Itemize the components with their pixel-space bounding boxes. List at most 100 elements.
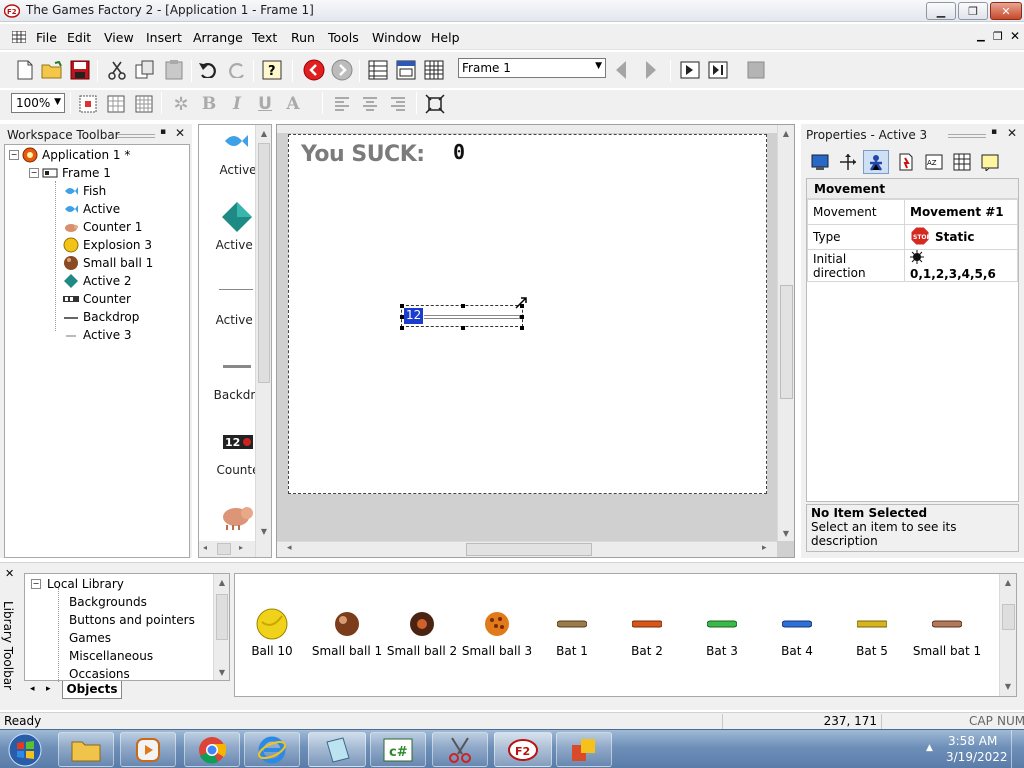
frame-canvas[interactable]: You SUCK: 0 12 (288, 134, 767, 494)
scroll-thumb[interactable] (466, 543, 592, 556)
selected-active-object[interactable]: 12 (400, 297, 527, 330)
open-folder-icon[interactable] (41, 59, 63, 81)
zoom-select[interactable]: 100% ▼ (11, 93, 65, 113)
frame-hscroll[interactable]: ◂ ▸ (277, 541, 777, 557)
drag-grip[interactable] (117, 134, 155, 138)
minimize-button[interactable]: ▁ (926, 2, 956, 20)
bold-icon[interactable]: B (198, 93, 220, 115)
tree-object[interactable]: Counter (63, 290, 131, 308)
frame-forward-arrow-icon[interactable] (640, 59, 662, 81)
run-application-icon[interactable] (679, 59, 701, 81)
cut-icon[interactable] (106, 59, 128, 81)
library-item[interactable]: Small ball 1 (310, 604, 384, 658)
taskbar-explorer[interactable] (58, 732, 114, 767)
events-tab-icon[interactable] (951, 151, 973, 173)
tree-frame[interactable]: − Frame 1 (29, 164, 111, 182)
taskbar-other-app[interactable] (556, 732, 612, 767)
menu-tools[interactable]: Tools (328, 30, 359, 45)
scroll-up-icon[interactable]: ▲ (214, 574, 230, 590)
collapse-icon[interactable]: − (31, 579, 41, 589)
frame-select[interactable]: Frame 1 ▼ (458, 58, 606, 78)
underline-icon[interactable]: U (254, 93, 276, 115)
property-row[interactable]: Movement Movement #1 (807, 199, 1018, 225)
diamond-icon[interactable] (221, 201, 253, 236)
clock-time[interactable]: 3:58 AM (948, 734, 997, 748)
library-item[interactable]: Small bat 1 (910, 604, 984, 658)
redo-icon[interactable] (226, 59, 248, 81)
align-left-icon[interactable] (331, 93, 353, 115)
menu-view[interactable]: View (104, 30, 134, 45)
taskbar-games-factory[interactable]: F2 (494, 732, 552, 767)
menu-run[interactable]: Run (291, 30, 315, 45)
panel-menu-icon[interactable]: ▪ (160, 127, 166, 137)
tree-object[interactable]: Small ball 1 (63, 254, 153, 272)
scroll-thumb[interactable] (216, 594, 228, 640)
workspace-close-icon[interactable]: ✕ (175, 126, 185, 140)
canvas-text-object[interactable]: You SUCK: (301, 142, 425, 167)
start-button[interactable] (5, 731, 45, 768)
tree-object[interactable]: Active (63, 200, 120, 218)
library-item[interactable]: Bat 3 (685, 604, 759, 658)
property-value-cell[interactable]: STOP Static (904, 224, 1018, 250)
tree-object[interactable]: Backdrop (63, 308, 139, 326)
previous-frame-icon[interactable] (303, 59, 325, 81)
taskbar-media-player[interactable] (120, 732, 176, 767)
library-items-scrollbar[interactable]: ▲ ▼ (999, 574, 1016, 696)
run-frame-icon[interactable] (707, 59, 729, 81)
taskbar-csharp[interactable]: c# (370, 732, 426, 767)
library-item[interactable]: Bat 5 (835, 604, 909, 658)
snap-grid-icon[interactable] (133, 93, 155, 115)
backdrop-icon[interactable] (223, 365, 251, 368)
property-value-cell[interactable]: 0,1,2,3,4,5,6 (904, 249, 1018, 282)
scroll-thumb[interactable] (258, 143, 270, 383)
display-tab-icon[interactable] (809, 151, 831, 173)
clock-date[interactable]: 3/19/2022 (946, 750, 1008, 764)
menu-arrange[interactable]: Arrange (193, 30, 243, 45)
resize-object-icon[interactable] (424, 93, 446, 115)
frame-editor-icon[interactable] (395, 59, 417, 81)
mdi-restore-icon[interactable]: ❐ (993, 30, 1003, 43)
library-item[interactable]: Ball 10 (235, 604, 309, 658)
mdi-minimize-icon[interactable]: ▁ (977, 31, 985, 42)
library-item[interactable]: Bat 2 (610, 604, 684, 658)
taskbar-notepad[interactable] (308, 732, 366, 767)
stop-icon[interactable] (745, 59, 767, 81)
collapse-icon[interactable]: − (9, 150, 19, 160)
size-position-tab-icon[interactable] (837, 151, 859, 173)
scroll-up-icon[interactable]: ▲ (778, 125, 794, 141)
tree-object[interactable]: Counter 1 (63, 218, 142, 236)
paste-icon[interactable] (163, 59, 185, 81)
library-folder[interactable]: Miscellaneous (69, 647, 153, 665)
panel-menu-icon[interactable]: ▪ (991, 127, 997, 137)
scroll-thumb[interactable] (780, 285, 793, 399)
fish-icon[interactable] (223, 129, 249, 156)
menu-file[interactable]: File (36, 30, 57, 45)
library-folder[interactable]: Buttons and pointers (69, 611, 195, 629)
library-root[interactable]: − Local Library (31, 575, 124, 593)
tree-application[interactable]: − Application 1 * (9, 146, 130, 164)
tab-objects[interactable]: Objects (62, 681, 122, 699)
show-grid-icon[interactable] (105, 93, 127, 115)
line-icon[interactable] (219, 289, 253, 291)
runtime-options-tab-icon[interactable] (895, 151, 917, 173)
movement-tab-icon[interactable] (863, 150, 889, 174)
tab-right-icon[interactable]: ▸ (46, 684, 51, 694)
event-editor-icon[interactable] (423, 59, 445, 81)
tree-object[interactable]: Fish (63, 182, 106, 200)
italic-icon[interactable]: I (226, 93, 248, 115)
tray-expand-icon[interactable]: ▲ (926, 743, 933, 753)
menu-window[interactable]: Window (372, 30, 421, 45)
grid-menu-icon[interactable] (11, 30, 27, 44)
frame-vscroll[interactable]: ▲ ▼ (777, 125, 794, 541)
tree-object[interactable]: Active 2 (63, 272, 132, 290)
canvas-score-counter[interactable]: 0 (453, 140, 465, 164)
object-column-hscroll[interactable]: ◂ ▸ (199, 541, 255, 557)
tree-object[interactable]: Explosion 3 (63, 236, 152, 254)
taskbar-chrome[interactable] (184, 732, 240, 767)
menu-help[interactable]: Help (431, 30, 460, 45)
copy-icon[interactable] (134, 59, 156, 81)
collapse-icon[interactable]: − (29, 168, 39, 178)
show-desktop-button[interactable] (1011, 730, 1024, 768)
library-tree-scrollbar[interactable]: ▲ ▼ (213, 574, 229, 680)
scroll-right-icon[interactable]: ▸ (762, 543, 767, 553)
